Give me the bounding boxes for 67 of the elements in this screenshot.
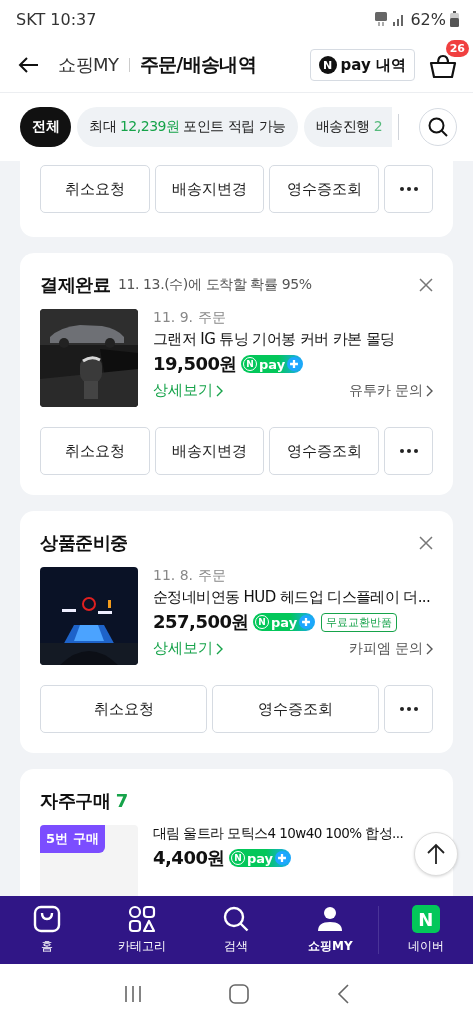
purchase-count-badge: 5번 구매 [40,825,105,853]
person-icon [316,905,345,933]
npay-history-button[interactable]: N pay 내역 [309,49,415,81]
chevron-right-icon [216,642,223,655]
action-button[interactable]: 취소요청 [40,427,150,475]
naver-logo: N [411,905,440,933]
more-icon [399,449,418,453]
close-button[interactable] [419,278,433,292]
nav-tab[interactable]: 쇼핑MY [283,905,378,955]
more-icon [399,707,418,711]
search-icon [222,905,250,933]
nav-tab[interactable]: 홈 [0,905,95,955]
order-date: 11. 8. 주문 [153,567,227,585]
chevron-right-icon [426,642,433,655]
plus-icon [287,357,302,371]
product-price: 4,400원 [153,846,225,870]
filter-chip[interactable]: 배송진행 2 [303,107,392,147]
action-button[interactable]: 영수증조회 [269,165,379,213]
basket-icon [429,54,457,80]
chevron-right-icon [426,384,433,397]
action-button[interactable]: 취소요청 [40,165,150,213]
npay-label: pay [246,851,274,865]
product-price: 257,500원 [153,610,249,634]
plus-icon [275,851,290,865]
page-title: 주문/배송내역 [139,52,257,77]
search-icon [427,116,449,138]
action-button[interactable]: 취소요청 [40,685,207,733]
back-icon[interactable] [335,983,350,1005]
action-button[interactable]: 배송지변경 [154,427,265,475]
cart-count-badge: 26 [445,40,469,57]
status-time: SKT 10:37 [16,9,97,29]
order-date: 11. 9. 주문 [153,309,227,327]
action-button[interactable]: 영수증조회 [269,427,379,475]
network-5g-icon [374,11,389,27]
battery-icon [450,11,459,27]
shopping-bag-icon [33,905,62,933]
plus-icon [299,615,314,629]
product-name[interactable]: 순정네비연동 HUD 헤드업 디스플레이 더... [153,588,433,607]
nav-tab[interactable]: 카테고리 [94,905,189,955]
section-title: 자주구매 7 [40,789,128,813]
seller-inquiry-link[interactable]: 카피엠 문의 [348,639,423,658]
action-button[interactable]: 배송지변경 [154,165,265,213]
delivery-estimate: 11. 13.(수)에 도착할 확률 95% [118,276,312,294]
cart-button[interactable] [429,54,457,80]
filter-chip[interactable]: 최대 12,239원 포인트 적립 가능 [77,107,298,147]
npay-label: pay [271,615,298,629]
chevron-right-icon [216,384,223,397]
home-icon[interactable] [229,984,250,1004]
filter-chip[interactable]: 전체 [20,107,71,147]
order-status: 상품준비중 [40,531,128,555]
nav-tab[interactable]: 검색 [188,905,284,955]
action-button[interactable]: 영수증조회 [212,685,379,733]
product-name[interactable]: 대림 울트라 모틱스4 10w40 100% 합성... [153,825,407,843]
recent-apps-icon[interactable] [123,984,144,1004]
close-button[interactable] [419,536,433,550]
npay-label: pay [258,357,286,371]
category-icon [127,905,156,933]
order-status: 결제완료 [40,273,110,297]
battery-percent: 62% [410,9,446,29]
product-price: 19,500원 [153,352,237,376]
more-icon [399,187,418,191]
product-name[interactable]: 그랜저 IG 튜닝 기어봉 커버 카본 몰딩 [153,330,433,349]
nav-tab[interactable]: N 네이버 [378,905,473,955]
free-return-tag: 무료교환반품 [321,612,398,632]
seller-inquiry-link[interactable]: 유투카 문의 [348,381,423,400]
breadcrumb-link[interactable]: 쇼핑MY [58,53,119,77]
arrow-up-icon [426,843,446,865]
